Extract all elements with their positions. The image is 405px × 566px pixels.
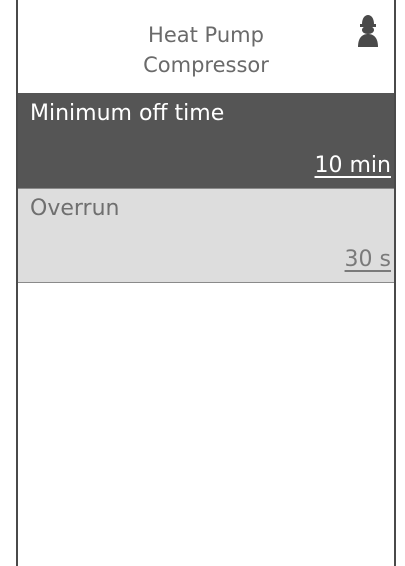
empty-list-area <box>18 283 394 566</box>
setting-label-overrun: Overrun <box>30 196 120 221</box>
setting-value-minimum-off-time[interactable]: 10 min <box>315 151 391 181</box>
page-title-line-1: Heat Pump <box>148 23 264 47</box>
page-title: Heat Pump Compressor <box>18 20 394 80</box>
screen-header: Heat Pump Compressor <box>18 0 394 93</box>
setting-row-minimum-off-time[interactable]: Minimum off time 10 min <box>18 93 394 188</box>
setting-row-overrun[interactable]: Overrun 30 s <box>18 188 394 283</box>
device-screen-frame: Heat Pump Compressor Minimum off time 10… <box>16 0 396 566</box>
setting-label-minimum-off-time: Minimum off time <box>30 101 225 126</box>
page-title-line-2: Compressor <box>143 53 269 77</box>
setting-value-overrun[interactable]: 30 s <box>345 245 391 275</box>
user-profile-icon[interactable] <box>357 12 379 48</box>
